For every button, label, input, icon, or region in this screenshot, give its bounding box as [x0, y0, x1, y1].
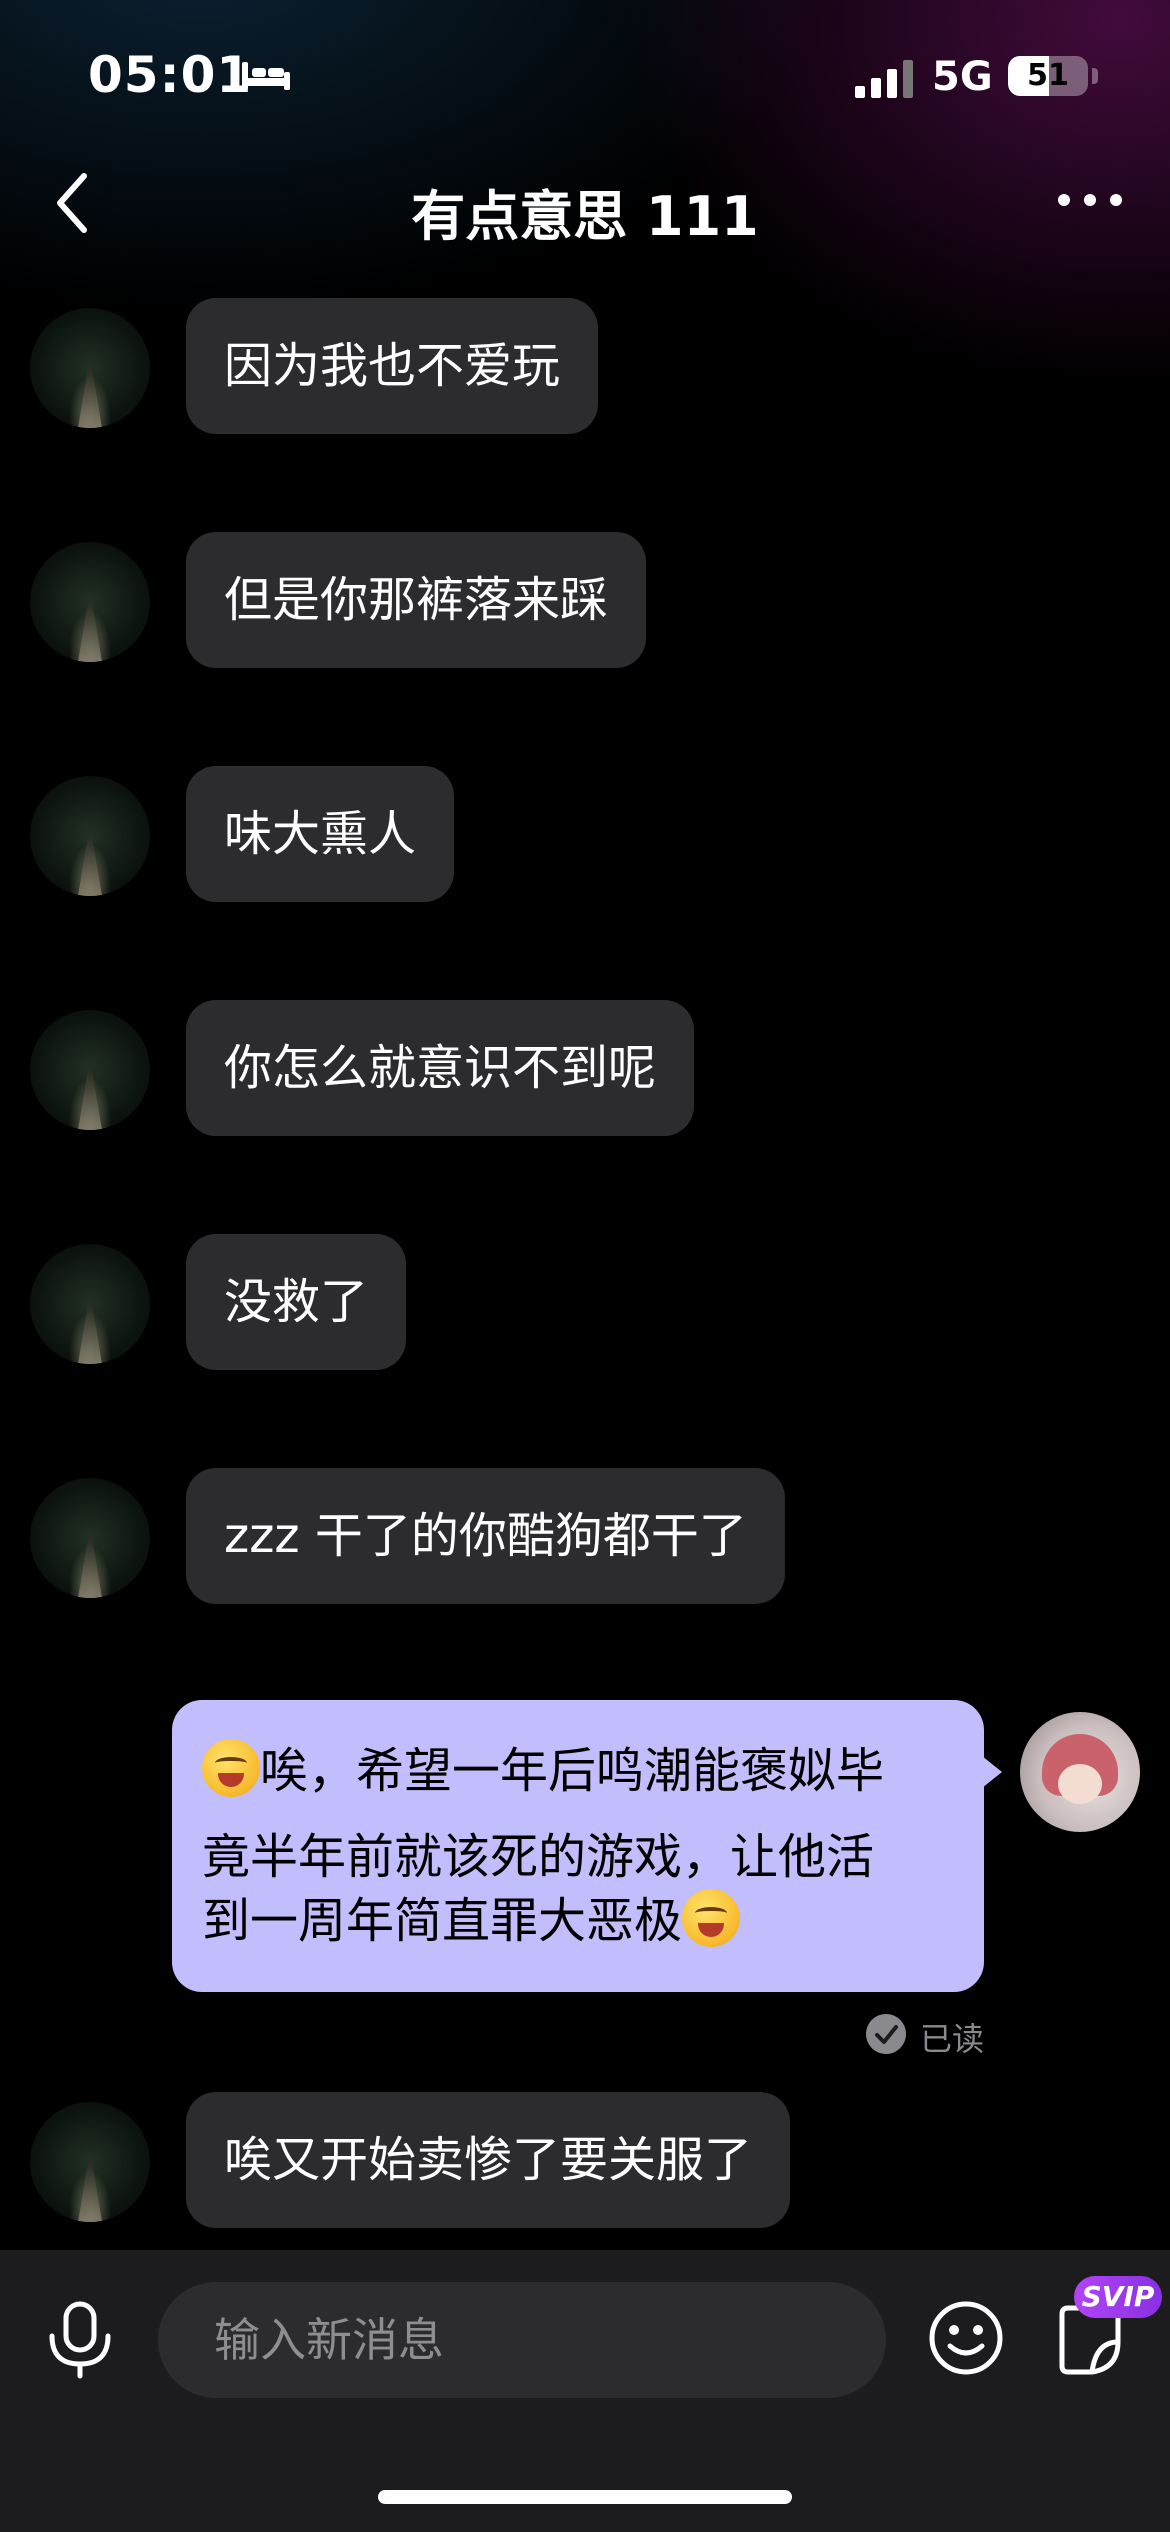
- signal-icon: [855, 60, 913, 98]
- smiley-icon[interactable]: [926, 2298, 1006, 2378]
- read-status: 已读: [920, 2020, 985, 2058]
- battery-percent: 51: [1027, 58, 1069, 93]
- outgoing-line-1: 唉，希望一年后鸣潮能褒姒毕: [260, 1743, 885, 1799]
- outgoing-line-2: 竟半年前就该死的游戏，让他活: [202, 1829, 875, 1885]
- incoming-message[interactable]: 你怎么就意识不到呢: [186, 1000, 695, 1136]
- contact-avatar[interactable]: [30, 2102, 150, 2222]
- outgoing-message-line: 唉，希望一年后鸣潮能褒姒毕: [202, 1728, 954, 1814]
- bed-icon: [242, 62, 290, 90]
- more-horizontal-icon[interactable]: [1050, 180, 1130, 220]
- incoming-message[interactable]: zzz 干了的你酷狗都干了: [186, 1468, 785, 1604]
- incoming-message[interactable]: 没救了: [186, 1234, 407, 1370]
- incoming-message[interactable]: 因为我也不爱玩: [186, 298, 599, 434]
- contact-avatar[interactable]: [30, 1478, 150, 1598]
- yum-emoji-icon: [202, 1739, 260, 1797]
- battery-icon: 51: [1008, 56, 1088, 96]
- outgoing-message[interactable]: 唉，希望一年后鸣潮能褒姒毕 竟半年前就该死的游戏，让他活 到一周年简直罪大恶极: [172, 1700, 1002, 1992]
- laughing-emoji-icon: [682, 1889, 741, 1947]
- message-input[interactable]: [158, 2282, 886, 2398]
- network-type: 5G: [932, 54, 993, 100]
- incoming-message[interactable]: 味大熏人: [186, 766, 455, 902]
- incoming-message[interactable]: 但是你那裤落来踩: [186, 532, 647, 668]
- contact-avatar[interactable]: [30, 308, 150, 428]
- contact-avatar[interactable]: [30, 1244, 150, 1364]
- incoming-message[interactable]: 唉又开始卖惨了要关服了: [186, 2092, 791, 2228]
- contact-avatar[interactable]: [30, 1010, 150, 1130]
- check-circle-icon: [866, 2014, 906, 2054]
- chat-screen: 05:01 5G 51 有点意思 111 因为我也不爱玩 但是你那裤落来踩 味大…: [0, 0, 1170, 2532]
- contact-avatar[interactable]: [30, 542, 150, 662]
- microphone-icon[interactable]: [42, 2300, 118, 2380]
- svip-badge: SVIP: [1074, 2276, 1162, 2318]
- outgoing-line-3: 到一周年简直罪大恶极: [202, 1893, 683, 1949]
- my-avatar[interactable]: [1020, 1712, 1140, 1832]
- status-time: 05:01: [88, 46, 253, 104]
- home-indicator: [378, 2490, 792, 2504]
- contact-avatar[interactable]: [30, 776, 150, 896]
- chat-title: 有点意思 111: [411, 185, 759, 248]
- battery-tip: [1092, 68, 1098, 84]
